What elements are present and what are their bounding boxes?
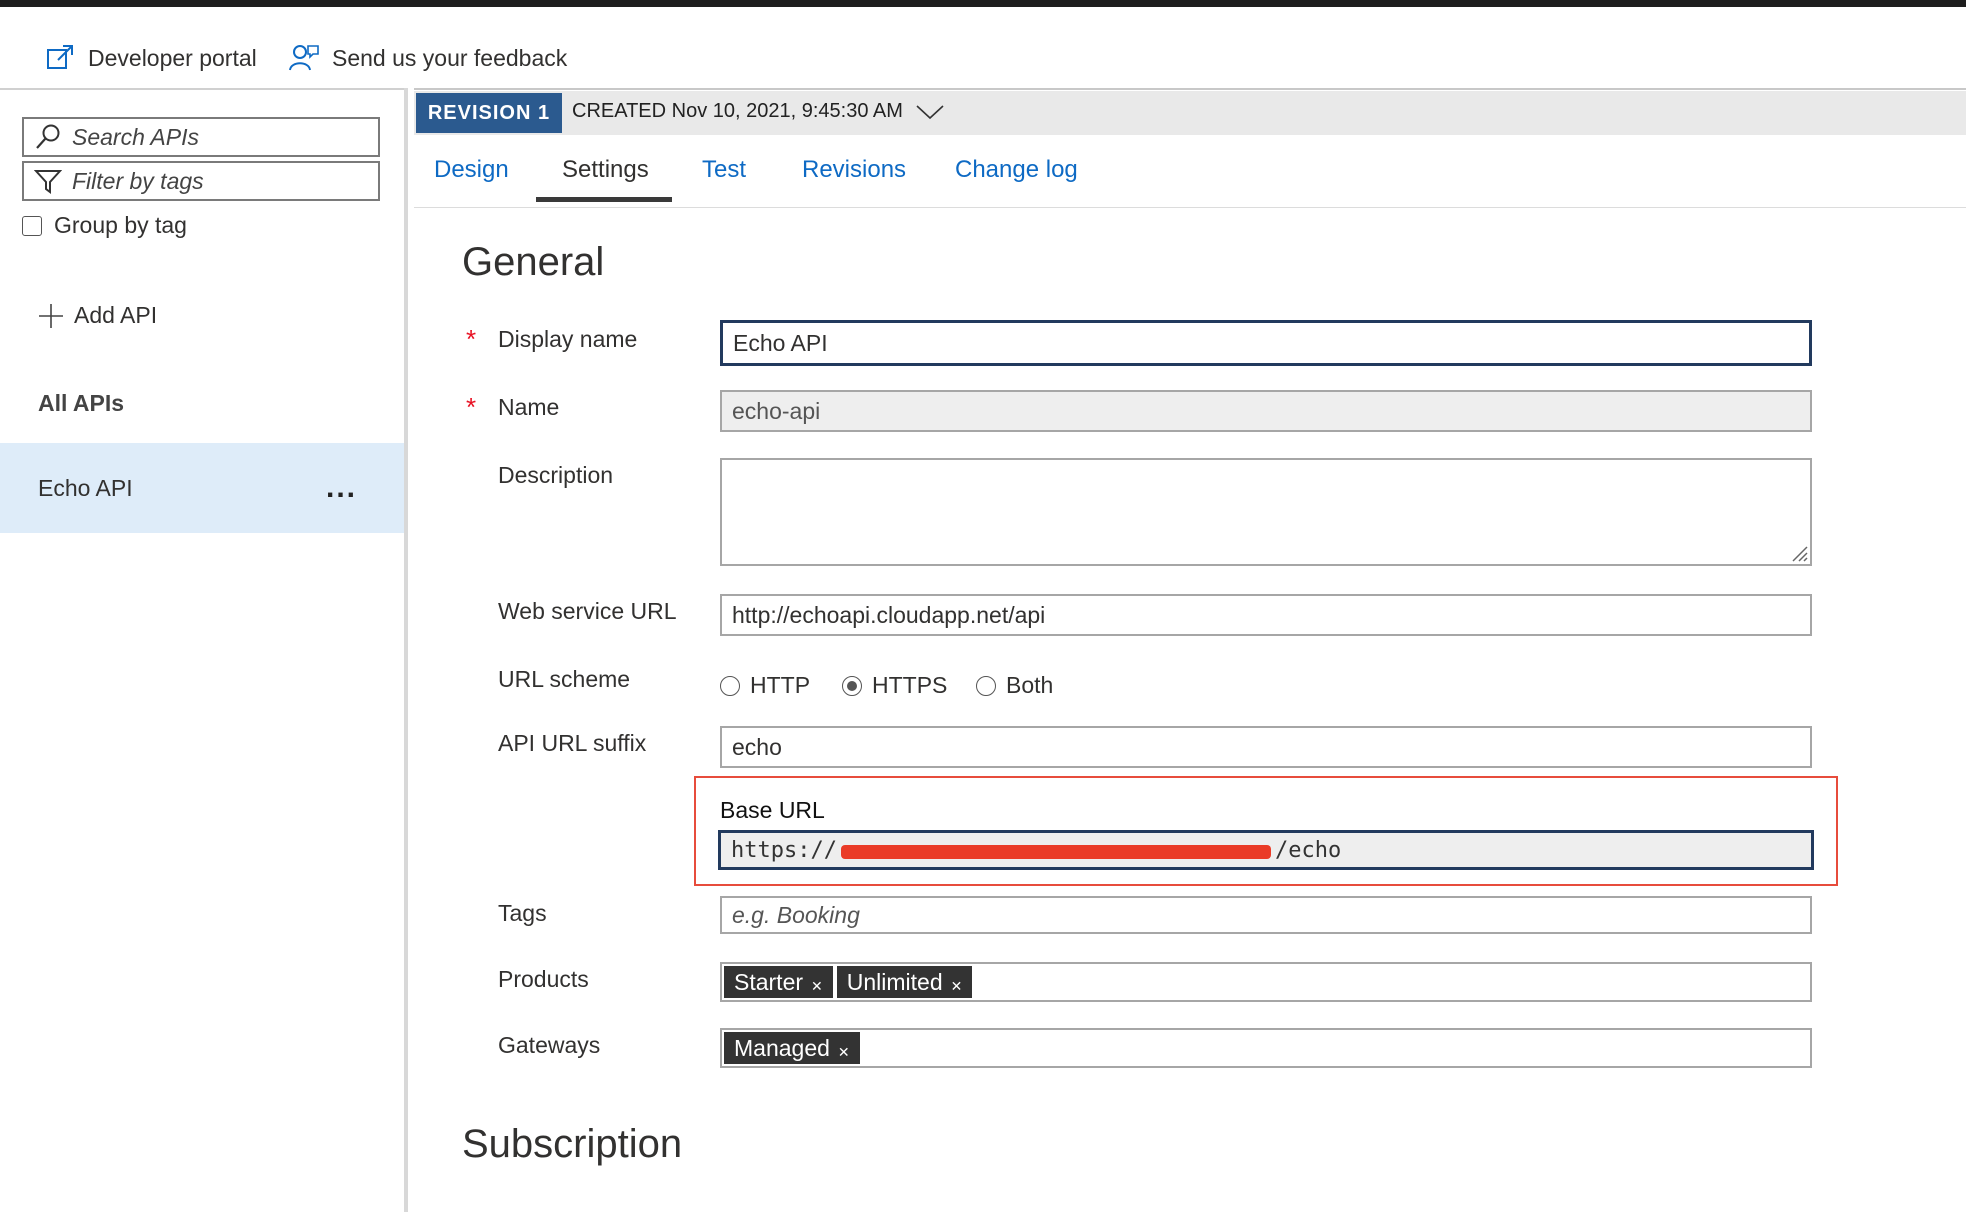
- api-url-suffix-field[interactable]: [720, 726, 1812, 768]
- chip-label: Unlimited: [846, 968, 943, 995]
- base-url-suffix: /echo: [1274, 837, 1342, 863]
- api-url-suffix-input[interactable]: [732, 728, 1810, 766]
- web-service-url-label: Web service URL: [498, 598, 677, 624]
- url-scheme-https-option[interactable]: HTTPS: [842, 672, 947, 699]
- products-label: Products: [498, 966, 589, 992]
- feedback-label: Send us your feedback: [332, 44, 568, 71]
- feedback-link[interactable]: Send us your feedback: [288, 40, 567, 76]
- web-service-url-field[interactable]: [720, 594, 1812, 636]
- chip-label: Starter: [734, 968, 804, 995]
- filter-icon: [34, 170, 62, 194]
- radio-both-label: Both: [1006, 672, 1054, 698]
- required-marker: *: [466, 392, 477, 422]
- sidebar-item-label: Echo API: [38, 475, 133, 501]
- radio-http-label: HTTP: [750, 672, 811, 698]
- search-apis-box[interactable]: [22, 117, 380, 157]
- display-name-label: Display name: [498, 326, 638, 352]
- developer-portal-label: Developer portal: [88, 44, 257, 71]
- general-section-title: General: [462, 240, 605, 284]
- tags-input[interactable]: [732, 898, 1810, 932]
- panel-divider[interactable]: [404, 88, 408, 1212]
- tab-design[interactable]: Design: [434, 156, 509, 184]
- add-api-label: Add API: [74, 302, 158, 328]
- chip-label: Managed: [734, 1034, 830, 1061]
- resize-handle-icon[interactable]: [1790, 544, 1808, 562]
- redaction-mark: [840, 845, 1271, 859]
- url-scheme-http-option[interactable]: HTTP: [720, 672, 810, 699]
- radio-https-label: HTTPS: [872, 672, 948, 698]
- radio-https[interactable]: [842, 675, 862, 696]
- display-name-input[interactable]: [733, 323, 1809, 363]
- filter-tags-input[interactable]: [72, 167, 362, 195]
- revision-created-dropdown[interactable]: CREATED Nov 10, 2021, 9:45:30 AM: [572, 100, 945, 123]
- top-strip: [0, 0, 1966, 7]
- tabs-divider: [414, 207, 1966, 208]
- base-url-label: Base URL: [720, 797, 825, 823]
- url-scheme-label: URL scheme: [498, 666, 631, 692]
- url-scheme-both-option[interactable]: Both: [976, 672, 1053, 699]
- gateways-field[interactable]: Managed ✕: [720, 1028, 1812, 1068]
- feedback-icon: [289, 45, 319, 71]
- filter-tags-box[interactable]: [22, 161, 380, 201]
- tab-change-log[interactable]: Change log: [955, 156, 1078, 184]
- group-by-tag-toggle[interactable]: Group by tag: [22, 212, 187, 239]
- revision-badge: REVISION 1: [416, 93, 562, 133]
- chevron-down-icon: [916, 104, 944, 119]
- group-by-tag-label: Group by tag: [54, 212, 187, 238]
- main-top-border: [414, 88, 1966, 90]
- revision-created-label: CREATED Nov 10, 2021, 9:45:30 AM: [572, 100, 903, 122]
- required-marker: *: [466, 324, 477, 354]
- web-service-url-input[interactable]: [732, 596, 1810, 634]
- description-field[interactable]: [720, 458, 1812, 566]
- name-value: echo-api: [732, 397, 821, 424]
- products-field[interactable]: Starter ✕ Unlimited ✕: [720, 962, 1812, 1002]
- more-options-icon[interactable]: ...: [326, 473, 357, 503]
- remove-chip-icon[interactable]: ✕: [951, 978, 963, 995]
- plus-icon: [39, 303, 63, 328]
- group-by-tag-checkbox[interactable]: [22, 215, 42, 236]
- developer-portal-link[interactable]: Developer portal: [44, 40, 257, 76]
- description-label: Description: [498, 462, 614, 488]
- tags-label: Tags: [498, 900, 547, 926]
- tab-revisions[interactable]: Revisions: [802, 156, 906, 184]
- product-chip-starter: Starter ✕: [724, 966, 833, 998]
- api-list-panel: [0, 88, 406, 1212]
- base-url-prefix: https://: [731, 837, 837, 863]
- product-chip-unlimited: Unlimited ✕: [836, 966, 973, 998]
- remove-chip-icon[interactable]: ✕: [838, 1044, 850, 1061]
- radio-both[interactable]: [976, 675, 996, 696]
- external-link-icon: [47, 45, 73, 69]
- all-apis-heading: All APIs: [38, 390, 125, 416]
- gateway-chip-managed: Managed ✕: [724, 1032, 860, 1064]
- display-name-field[interactable]: [720, 320, 1812, 366]
- search-icon: [36, 124, 60, 149]
- tags-field[interactable]: [720, 896, 1812, 934]
- tab-test[interactable]: Test: [702, 156, 746, 184]
- subscription-section-title: Subscription: [462, 1122, 683, 1166]
- api-url-suffix-label: API URL suffix: [498, 730, 647, 756]
- search-apis-input[interactable]: [72, 123, 362, 151]
- name-field: echo-api: [720, 390, 1812, 432]
- description-textarea[interactable]: [732, 460, 1810, 564]
- tab-settings[interactable]: Settings: [562, 156, 649, 184]
- remove-chip-icon[interactable]: ✕: [811, 978, 823, 995]
- active-tab-indicator: [536, 197, 672, 202]
- base-url-field: https:// /echo: [718, 830, 1814, 870]
- gateways-label: Gateways: [498, 1032, 601, 1058]
- radio-http[interactable]: [720, 675, 740, 696]
- add-api-button[interactable]: Add API: [38, 302, 157, 329]
- name-label: Name: [498, 394, 560, 420]
